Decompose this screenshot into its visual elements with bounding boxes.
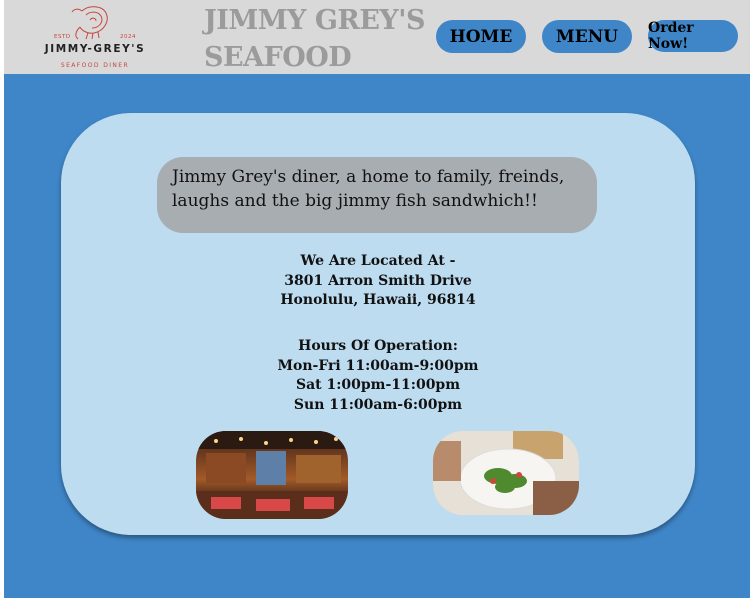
salad-plate-photo: [433, 431, 579, 515]
shrimp-icon: [71, 6, 108, 40]
logo-year-label: 2024: [120, 34, 136, 40]
location-block: We Are Located At - 3801 Arron Smith Dri…: [228, 252, 528, 311]
site-header: ESTD 2024 JIMMY-GREY'S SEAFOOD DINER JIM…: [4, 0, 750, 74]
menu-button[interactable]: MENU: [542, 20, 632, 53]
order-now-button[interactable]: Order Now!: [648, 20, 738, 52]
home-button[interactable]: HOME: [436, 20, 526, 53]
hours-saturday: Sat 1:00pm-11:00pm: [295, 377, 461, 393]
tagline: Jimmy Grey's diner, a home to family, fr…: [157, 157, 597, 233]
logo-subtitle: SEAFOOD DINER: [60, 62, 130, 69]
hours-heading: Hours Of Operation:: [298, 338, 458, 354]
location-city: Honolulu, Hawaii, 96814: [280, 292, 476, 308]
logo[interactable]: ESTD 2024 JIMMY-GREY'S SEAFOOD DINER: [30, 3, 160, 71]
hours-block: Hours Of Operation: Mon-Fri 11:00am-9:00…: [228, 337, 528, 415]
location-street: 3801 Arron Smith Drive: [284, 272, 472, 289]
logo-name: JIMMY-GREY'S: [44, 43, 146, 55]
logo-estd-label: ESTD: [54, 34, 71, 40]
hours-weekdays: Mon-Fri 11:00am-9:00pm: [277, 357, 479, 374]
hours-sunday: Sun 11:00am-6:00pm: [293, 396, 463, 413]
site-title-line-2: SEAFOOD: [204, 42, 352, 73]
dining-room-photo: [196, 431, 348, 519]
site-title-line-1: JIMMY GREY'S: [204, 5, 425, 36]
site-title: JIMMY GREY'S SEAFOOD: [204, 2, 434, 76]
location-heading: We Are Located At -: [300, 253, 456, 269]
page: ESTD 2024 JIMMY-GREY'S SEAFOOD DINER JIM…: [0, 0, 750, 598]
